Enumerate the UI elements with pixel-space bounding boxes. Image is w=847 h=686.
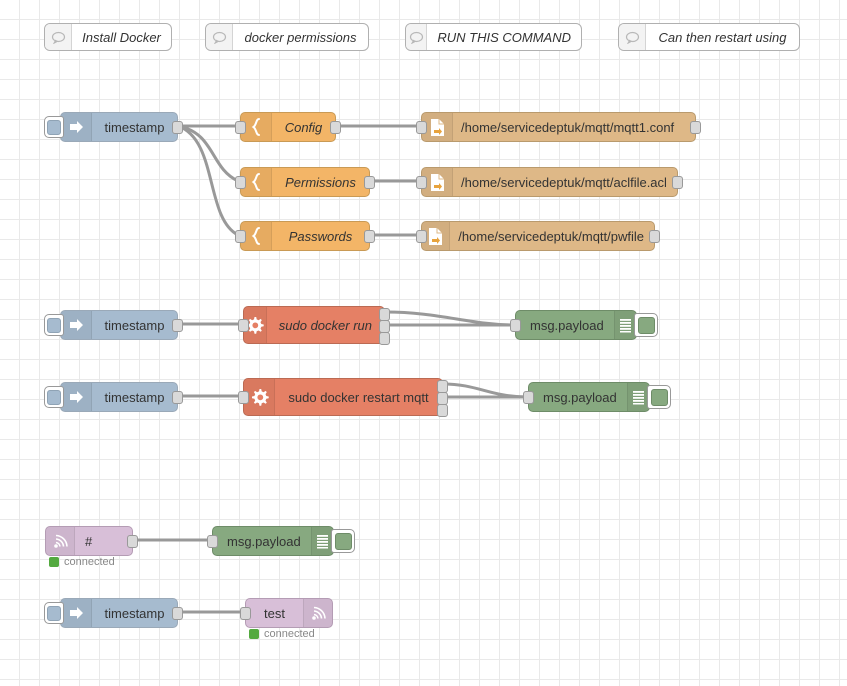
debug-toggle-button[interactable]: [331, 529, 355, 553]
output-port[interactable]: [127, 535, 138, 548]
input-port[interactable]: [235, 230, 246, 243]
inject-button[interactable]: [44, 314, 64, 336]
inject-arrow-icon: [61, 599, 92, 627]
output-port[interactable]: [330, 121, 341, 134]
comment-node-install-docker[interactable]: Install Docker: [44, 23, 172, 51]
comment-node-run-this-command[interactable]: RUN THIS COMMAND: [405, 23, 582, 51]
template-label: Permissions: [285, 174, 356, 190]
file-node-mqtt1-conf[interactable]: /home/servicedeptuk/mqtt/mqtt1.conf: [416, 112, 701, 142]
mqtt-in-node[interactable]: #: [45, 526, 138, 556]
exec-label: sudo docker restart mqtt: [288, 389, 429, 405]
inject-arrow-icon: [61, 113, 92, 141]
inject-button[interactable]: [44, 116, 64, 138]
mqtt-in-status: connected: [49, 556, 115, 568]
exec-node-sudo-docker-restart-mqtt[interactable]: sudo docker restart mqtt: [238, 378, 448, 417]
inject-node-timestamp-2[interactable]: timestamp: [44, 310, 183, 340]
debug-label: msg.payload: [543, 389, 617, 405]
debug-toggle-button[interactable]: [634, 313, 658, 337]
file-path-label: /home/servicedeptuk/mqtt/pwfile: [458, 228, 644, 244]
input-port[interactable]: [416, 121, 427, 134]
input-port[interactable]: [523, 391, 534, 404]
mqtt-out-status: connected: [249, 628, 315, 640]
flow-canvas[interactable]: Install Docker docker permissions RUN TH…: [0, 0, 847, 686]
output-port-3[interactable]: [437, 404, 448, 417]
input-port[interactable]: [235, 121, 246, 134]
mqtt-out-node[interactable]: test: [240, 598, 333, 628]
wire-exec1-out1-debug1: [383, 310, 517, 327]
exec-node-sudo-docker-run[interactable]: sudo docker run: [238, 306, 390, 345]
output-port[interactable]: [172, 607, 183, 620]
debug-node-3[interactable]: msg.payload: [207, 526, 355, 556]
inject-arrow-icon: [61, 383, 92, 411]
comment-label: RUN THIS COMMAND: [437, 29, 571, 45]
inject-node-timestamp-4[interactable]: timestamp: [44, 598, 183, 628]
status-dot: [49, 557, 59, 567]
file-node-pwfile[interactable]: /home/servicedeptuk/mqtt/pwfile: [416, 221, 660, 251]
input-port[interactable]: [240, 607, 251, 620]
wire-inject1-passwords: [176, 124, 240, 237]
input-port[interactable]: [235, 176, 246, 189]
status-dot: [249, 629, 259, 639]
debug-toggle-button[interactable]: [647, 385, 671, 409]
comment-icon: [45, 24, 72, 50]
debug-lines-icon: [626, 383, 649, 411]
output-port[interactable]: [364, 230, 375, 243]
comment-label: docker permissions: [244, 29, 357, 45]
output-port[interactable]: [690, 121, 701, 134]
mqtt-wave-icon: [46, 527, 75, 555]
comment-label: Install Docker: [82, 29, 161, 45]
wire-exec2-out1-debug2: [441, 382, 530, 399]
file-path-label: /home/servicedeptuk/mqtt/mqtt1.conf: [461, 119, 675, 135]
mqtt-wave-icon: [303, 599, 332, 627]
inject-node-timestamp-3[interactable]: timestamp: [44, 382, 183, 412]
comment-icon: [206, 24, 233, 50]
output-port[interactable]: [364, 176, 375, 189]
inject-button[interactable]: [44, 386, 64, 408]
input-port[interactable]: [238, 391, 249, 404]
comment-label: Can then restart using: [658, 29, 787, 45]
inject-label: timestamp: [104, 389, 165, 405]
output-port-3[interactable]: [379, 332, 390, 345]
inject-button[interactable]: [44, 602, 64, 624]
wire-inject1-permissions: [176, 124, 240, 183]
inject-label: timestamp: [104, 317, 165, 333]
input-port[interactable]: [416, 230, 427, 243]
status-text: connected: [264, 628, 315, 640]
template-label: Passwords: [288, 228, 353, 244]
wire-layer: [131, 124, 530, 614]
inject-node-timestamp-1[interactable]: timestamp: [44, 112, 183, 142]
template-label: Config: [284, 119, 323, 135]
exec-label: sudo docker run: [278, 317, 372, 333]
comment-node-can-then-restart-using[interactable]: Can then restart using: [618, 23, 800, 51]
debug-lines-icon: [310, 527, 333, 555]
template-node-passwords[interactable]: Passwords: [235, 221, 375, 251]
debug-lines-icon: [613, 311, 636, 339]
template-node-config[interactable]: Config: [235, 112, 341, 142]
mqtt-topic-label: #: [85, 533, 93, 549]
debug-node-2[interactable]: msg.payload: [523, 382, 671, 412]
input-port[interactable]: [207, 535, 218, 548]
template-node-permissions[interactable]: Permissions: [235, 167, 375, 197]
inject-label: timestamp: [104, 605, 165, 621]
mqtt-topic-label: test: [264, 605, 285, 621]
debug-label: msg.payload: [227, 533, 301, 549]
file-path-label: /home/servicedeptuk/mqtt/aclfile.acl: [461, 174, 667, 190]
input-port[interactable]: [510, 319, 521, 332]
file-node-aclfile-acl[interactable]: /home/servicedeptuk/mqtt/aclfile.acl: [416, 167, 683, 197]
inject-label: timestamp: [104, 119, 165, 135]
input-port[interactable]: [416, 176, 427, 189]
status-text: connected: [64, 556, 115, 568]
output-port[interactable]: [172, 319, 183, 332]
output-port[interactable]: [172, 121, 183, 134]
output-port[interactable]: [649, 230, 660, 243]
input-port[interactable]: [238, 319, 249, 332]
comment-icon: [406, 24, 428, 50]
comment-icon: [619, 24, 646, 50]
debug-node-1[interactable]: msg.payload: [510, 310, 658, 340]
inject-arrow-icon: [61, 311, 92, 339]
debug-label: msg.payload: [530, 317, 604, 333]
output-port[interactable]: [172, 391, 183, 404]
comment-node-docker-permissions[interactable]: docker permissions: [205, 23, 369, 51]
output-port[interactable]: [672, 176, 683, 189]
